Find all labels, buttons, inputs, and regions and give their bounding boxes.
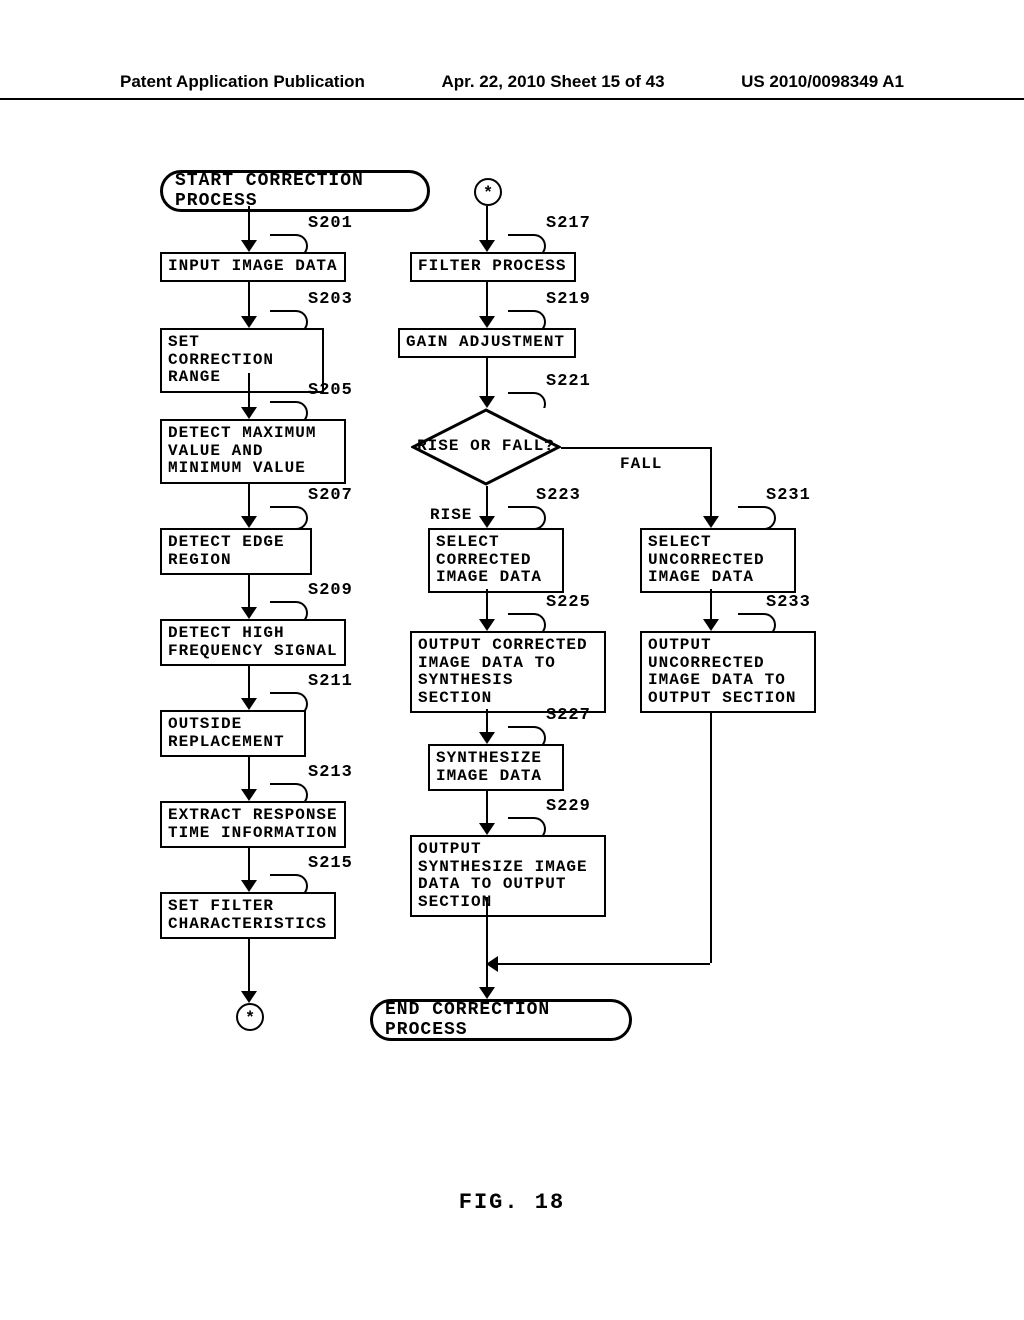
line-fall-v bbox=[710, 447, 712, 495]
connector-bottom-left: * bbox=[236, 1003, 264, 1031]
box-s211: OUTSIDE REPLACEMENT bbox=[160, 710, 306, 757]
box-s203: SET CORRECTION RANGE bbox=[160, 328, 324, 393]
line-merge-h bbox=[488, 963, 710, 965]
arrow-rise-s223 bbox=[486, 486, 488, 526]
box-s215: SET FILTER CHARACTERISTICS bbox=[160, 892, 336, 939]
arrow-s209-s211 bbox=[248, 664, 250, 708]
arrow-s211-s213 bbox=[248, 755, 250, 799]
arrow-s227-s229 bbox=[486, 789, 488, 833]
label-s211: S211 bbox=[308, 672, 353, 691]
label-s207: S207 bbox=[308, 486, 353, 505]
line-fall-h bbox=[561, 447, 711, 449]
header-center: Apr. 22, 2010 Sheet 15 of 43 bbox=[442, 72, 665, 92]
box-s217: FILTER PROCESS bbox=[410, 252, 576, 282]
line-s233-merge bbox=[710, 711, 712, 963]
connector-top-right: * bbox=[474, 178, 502, 206]
label-s233: S233 bbox=[766, 593, 811, 612]
arrow-s217-s219 bbox=[486, 282, 488, 326]
label-s213: S213 bbox=[308, 763, 353, 782]
arrow-s205-s207 bbox=[248, 482, 250, 526]
label-rise: RISE bbox=[430, 506, 472, 524]
label-s209: S209 bbox=[308, 581, 353, 600]
label-s219: S219 bbox=[546, 290, 591, 309]
arrow-s201-s203 bbox=[248, 282, 250, 326]
curve-s223 bbox=[508, 506, 546, 530]
decision-text: RISE OR FALL? bbox=[411, 408, 561, 486]
arrow-s207-s209 bbox=[248, 573, 250, 617]
label-s215: S215 bbox=[308, 854, 353, 873]
label-s203: S203 bbox=[308, 290, 353, 309]
label-s221: S221 bbox=[546, 372, 591, 391]
arrow-start-s201 bbox=[248, 206, 250, 250]
box-s223: SELECT CORRECTED IMAGE DATA bbox=[428, 528, 564, 593]
box-s227: SYNTHESIZE IMAGE DATA bbox=[428, 744, 564, 791]
arrow-s231-s233 bbox=[710, 589, 712, 629]
box-s207: DETECT EDGE REGION bbox=[160, 528, 312, 575]
end-terminator: END CORRECTION PROCESS bbox=[370, 999, 632, 1041]
box-s219: GAIN ADJUSTMENT bbox=[398, 328, 576, 358]
label-s223: S223 bbox=[536, 486, 581, 505]
page: Patent Application Publication Apr. 22, … bbox=[0, 0, 1024, 1320]
box-s233: OUTPUT UNCORRECTED IMAGE DATA TO OUTPUT … bbox=[640, 631, 816, 713]
start-terminator: START CORRECTION PROCESS bbox=[160, 170, 430, 212]
box-s229: OUTPUT SYNTHESIZE IMAGE DATA TO OUTPUT S… bbox=[410, 835, 606, 917]
decision-s221: RISE OR FALL? bbox=[411, 408, 561, 486]
arrow-s225-s227 bbox=[486, 709, 488, 742]
curve-s231 bbox=[738, 506, 776, 530]
box-s205: DETECT MAXIMUM VALUE AND MINIMUM VALUE bbox=[160, 419, 346, 484]
curve-s207 bbox=[270, 506, 308, 530]
label-s229: S229 bbox=[546, 797, 591, 816]
label-s205: S205 bbox=[308, 381, 353, 400]
label-fall: FALL bbox=[620, 455, 662, 473]
figure-label: FIG. 18 bbox=[0, 1190, 1024, 1215]
box-s231: SELECT UNCORRECTED IMAGE DATA bbox=[640, 528, 796, 593]
label-s201: S201 bbox=[308, 214, 353, 233]
box-s201: INPUT IMAGE DATA bbox=[160, 252, 346, 282]
arrow-s215-connector bbox=[248, 937, 250, 1001]
label-s227: S227 bbox=[546, 706, 591, 725]
page-header: Patent Application Publication Apr. 22, … bbox=[0, 72, 1024, 100]
label-s217: S217 bbox=[546, 214, 591, 233]
arrow-s203-s205 bbox=[248, 373, 250, 417]
arrow-s213-s215 bbox=[248, 846, 250, 890]
arrow-s219-s221 bbox=[486, 358, 488, 406]
arrow-s229-end bbox=[486, 897, 488, 997]
box-s225: OUTPUT CORRECTED IMAGE DATA TO SYNTHESIS… bbox=[410, 631, 606, 713]
label-s231: S231 bbox=[766, 486, 811, 505]
box-s209: DETECT HIGH FREQUENCY SIGNAL bbox=[160, 619, 346, 666]
label-s225: S225 bbox=[546, 593, 591, 612]
arrow-fall-s231 bbox=[710, 495, 712, 526]
flowchart-diagram: START CORRECTION PROCESS S201 INPUT IMAG… bbox=[130, 160, 890, 1220]
arrow-s223-s225 bbox=[486, 589, 488, 629]
header-right: US 2010/0098349 A1 bbox=[741, 72, 904, 92]
header-left: Patent Application Publication bbox=[120, 72, 365, 92]
arrow-conn-s217 bbox=[486, 206, 488, 250]
box-s213: EXTRACT RESPONSE TIME INFORMATION bbox=[160, 801, 346, 848]
